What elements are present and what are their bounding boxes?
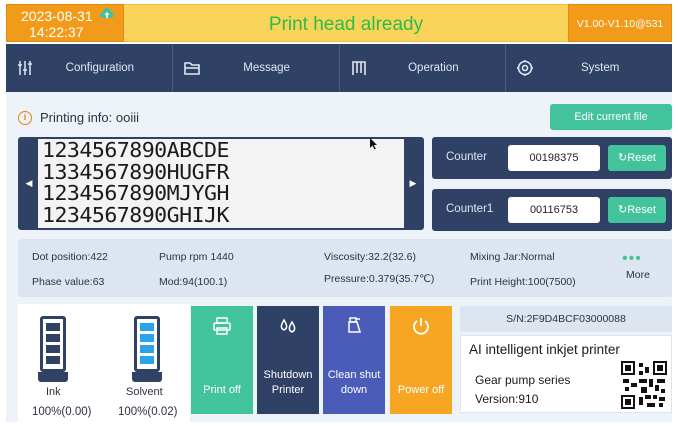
nav-label: Operation (408, 62, 459, 74)
mod-value: Mod:94(100.1) (159, 276, 228, 288)
cloud-upload-icon (100, 8, 114, 18)
version-label: V1.00-V1.10@531 (568, 4, 672, 42)
action-label: Shutdown Printer (263, 369, 313, 396)
power-icon (413, 318, 429, 335)
status-message: Print head already (268, 14, 424, 35)
nav-label: Message (243, 62, 290, 74)
status-bar: 2023-08-31 14:22:37 Print head already V… (6, 4, 672, 42)
ink-label: Ink (46, 386, 61, 398)
dot-position: Dot position:422 (32, 251, 108, 263)
nav-system[interactable]: System (506, 44, 672, 92)
ink-tank-icon (40, 316, 66, 372)
preview-line: 1234567890ABCDE (42, 138, 230, 162)
device-version: Version:910 (475, 392, 539, 406)
solvent-tank-icon (134, 316, 160, 372)
device-title: AI intelligent inkjet printer (469, 342, 620, 357)
reset-label: Reset (627, 152, 656, 164)
phase-value: Phase value:63 (32, 276, 105, 288)
nav-operation[interactable]: Operation (340, 44, 507, 92)
parameters-panel: Dot position:422 Pump rpm 1440 Viscosity… (18, 239, 672, 297)
main-nav: Configuration Message Operation System (6, 44, 672, 92)
power-off-button[interactable]: Power off (390, 306, 452, 414)
print-preview[interactable]: ◀ 1234567890ABCDE 1334567890HUGFR 123456… (18, 137, 424, 230)
device-series: Gear pump series (475, 373, 571, 387)
counter1-value: 00116753 (508, 197, 600, 223)
counter1-panel: Counter1 00116753 ↻Reset (432, 189, 672, 231)
mixing-jar: Mixing Jar:Normal (470, 251, 555, 263)
clean-shut-down-button[interactable]: Clean shut down (323, 306, 385, 414)
printing-info-label: Printing info: ooiii (40, 110, 139, 125)
pressure: Pressure:0.379(35.7℃) (324, 273, 435, 285)
counter-reset-button[interactable]: ↻Reset (608, 145, 666, 171)
shutdown-printer-button[interactable]: Shutdown Printer (257, 306, 319, 414)
nav-configuration[interactable]: Configuration (6, 44, 173, 92)
nav-label: System (580, 62, 620, 74)
qr-code-icon (621, 361, 667, 409)
more-button[interactable]: More (626, 269, 650, 281)
mouse-cursor-icon (370, 138, 377, 150)
main-panel: i Printing info: ooiii Edit current file… (6, 92, 672, 422)
action-label: Power off (397, 384, 445, 396)
reset-label: Reset (627, 204, 656, 216)
counter-panel: Counter 00198375 ↻Reset (432, 137, 672, 179)
counter-label: Counter (446, 151, 487, 163)
status-banner: Print head already (124, 4, 568, 42)
time-text: 14:22:37 (29, 24, 84, 40)
ink-level-value: 100%(0.00) (32, 406, 92, 418)
edit-current-file-button[interactable]: Edit current file (550, 104, 672, 130)
action-label: Print off (203, 384, 241, 396)
date-text: 2023-08-31 (21, 8, 93, 24)
nav-message[interactable]: Message (173, 44, 340, 92)
nav-label: Configuration (65, 62, 135, 74)
preview-line: 1234567890GHIJK (42, 202, 230, 227)
spray-bottle-icon (348, 317, 362, 333)
clock: 2023-08-31 14:22:37 (6, 4, 124, 42)
device-info-panel: AI intelligent inkjet printer Gear pump … (460, 335, 672, 413)
serial-number: S/N:2F9D4BCF03000088 (460, 306, 672, 332)
pump-rpm: Pump rpm 1440 (159, 251, 234, 263)
preview-prev-arrow-icon[interactable]: ◀ (20, 139, 38, 228)
printer-icon (213, 317, 231, 335)
counter-value: 00198375 (508, 145, 600, 171)
action-label: Clean shut down (327, 369, 381, 396)
solvent-label: Solvent (126, 386, 163, 398)
drops-icon (280, 318, 296, 333)
printing-info: i Printing info: ooiii (18, 110, 139, 125)
more-dots-icon[interactable]: ••• (622, 251, 642, 267)
solvent-level-value: 100%(0.02) (118, 406, 178, 418)
print-height: Print Height:100(7500) (470, 276, 576, 288)
info-icon: i (18, 110, 32, 125)
counter1-label: Counter1 (446, 203, 494, 215)
viscosity: Viscosity:32.2(32.6) (324, 251, 417, 263)
ink-tank-base (38, 372, 68, 382)
fluid-levels: Ink 100%(0.00) Solvent 100%(0.02) (18, 304, 190, 422)
preview-line: 1334567890HUGFR (42, 159, 230, 184)
print-off-button[interactable]: Print off (191, 306, 253, 414)
preview-line: 1234567890MJYGH (42, 181, 230, 205)
preview-next-arrow-icon[interactable]: ▶ (404, 139, 422, 228)
preview-lines: 1234567890ABCDE 1334567890HUGFR 12345678… (42, 138, 230, 227)
solvent-tank-base (132, 372, 162, 382)
counter1-reset-button[interactable]: ↻Reset (608, 197, 666, 223)
